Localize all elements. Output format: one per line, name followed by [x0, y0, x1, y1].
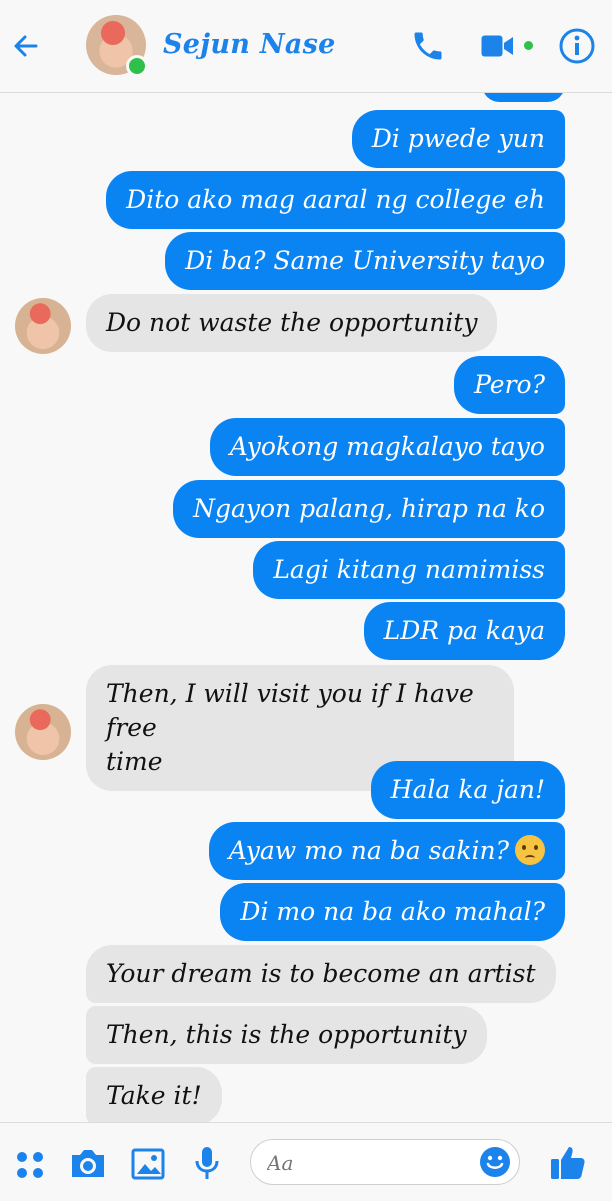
message-bubble-outgoing[interactable]: Ayaw mo na ba sakin?	[208, 822, 565, 880]
message-bubble-outgoing[interactable]: Pero?	[454, 356, 565, 414]
message-bubble-outgoing[interactable]: Di pwede yun	[351, 110, 565, 168]
message-text-line: Then, I will visit you if I have free	[106, 679, 474, 742]
message-bubble-outgoing[interactable]: Ayokong magkalayo tayo	[209, 418, 565, 476]
contact-name[interactable]: Sejun Nase	[163, 29, 336, 60]
video-camera-icon[interactable]	[480, 30, 516, 62]
message-bubble-outgoing[interactable]: Hala ka jan!	[370, 761, 565, 819]
message-input[interactable]	[265, 1146, 469, 1180]
message-bubble-incoming[interactable]: Take it!	[86, 1067, 222, 1125]
conversation-header: Sejun Nase	[0, 0, 612, 93]
message-bubble-outgoing[interactable]: LDR pa kaya	[363, 602, 565, 660]
contact-avatar-small[interactable]	[15, 298, 71, 354]
message-bubble-incoming[interactable]: Then, this is the opportunity	[86, 1006, 487, 1064]
crying-face-icon	[515, 835, 545, 865]
online-status-dot	[126, 55, 148, 77]
message-bubble-incoming[interactable]: Do not waste the opportunity	[86, 294, 498, 352]
message-bubble-outgoing[interactable]: Di mo na ba ako mahal?	[220, 883, 565, 941]
gallery-icon[interactable]	[130, 1147, 166, 1181]
composer-bar	[0, 1122, 612, 1201]
emoji-icon[interactable]	[479, 1146, 511, 1178]
info-icon[interactable]	[558, 27, 596, 65]
message-bubble-incoming[interactable]: Your dream is to become an artist	[86, 945, 556, 1003]
message-bubble-outgoing[interactable]: Ngayon palang, hirap na ko	[173, 480, 565, 538]
microphone-icon[interactable]	[192, 1145, 222, 1183]
camera-icon[interactable]	[68, 1147, 108, 1181]
contact-avatar-small[interactable]	[15, 704, 71, 760]
back-arrow-icon[interactable]	[10, 30, 42, 62]
message-bubble-outgoing[interactable]: Dito ako mag aaral ng college eh	[106, 171, 565, 229]
thumbs-up-icon[interactable]	[548, 1143, 588, 1183]
phone-icon[interactable]	[410, 28, 446, 64]
video-available-dot	[524, 41, 533, 50]
message-compose-field[interactable]	[250, 1139, 520, 1185]
message-bubble-outgoing[interactable]: Di ba? Same University tayo	[165, 232, 565, 290]
message-bubble-outgoing[interactable]: Lagi kitang namimiss	[253, 541, 565, 599]
message-text: Ayaw mo na ba sakin?	[228, 836, 509, 865]
apps-grid-icon[interactable]	[14, 1149, 46, 1181]
